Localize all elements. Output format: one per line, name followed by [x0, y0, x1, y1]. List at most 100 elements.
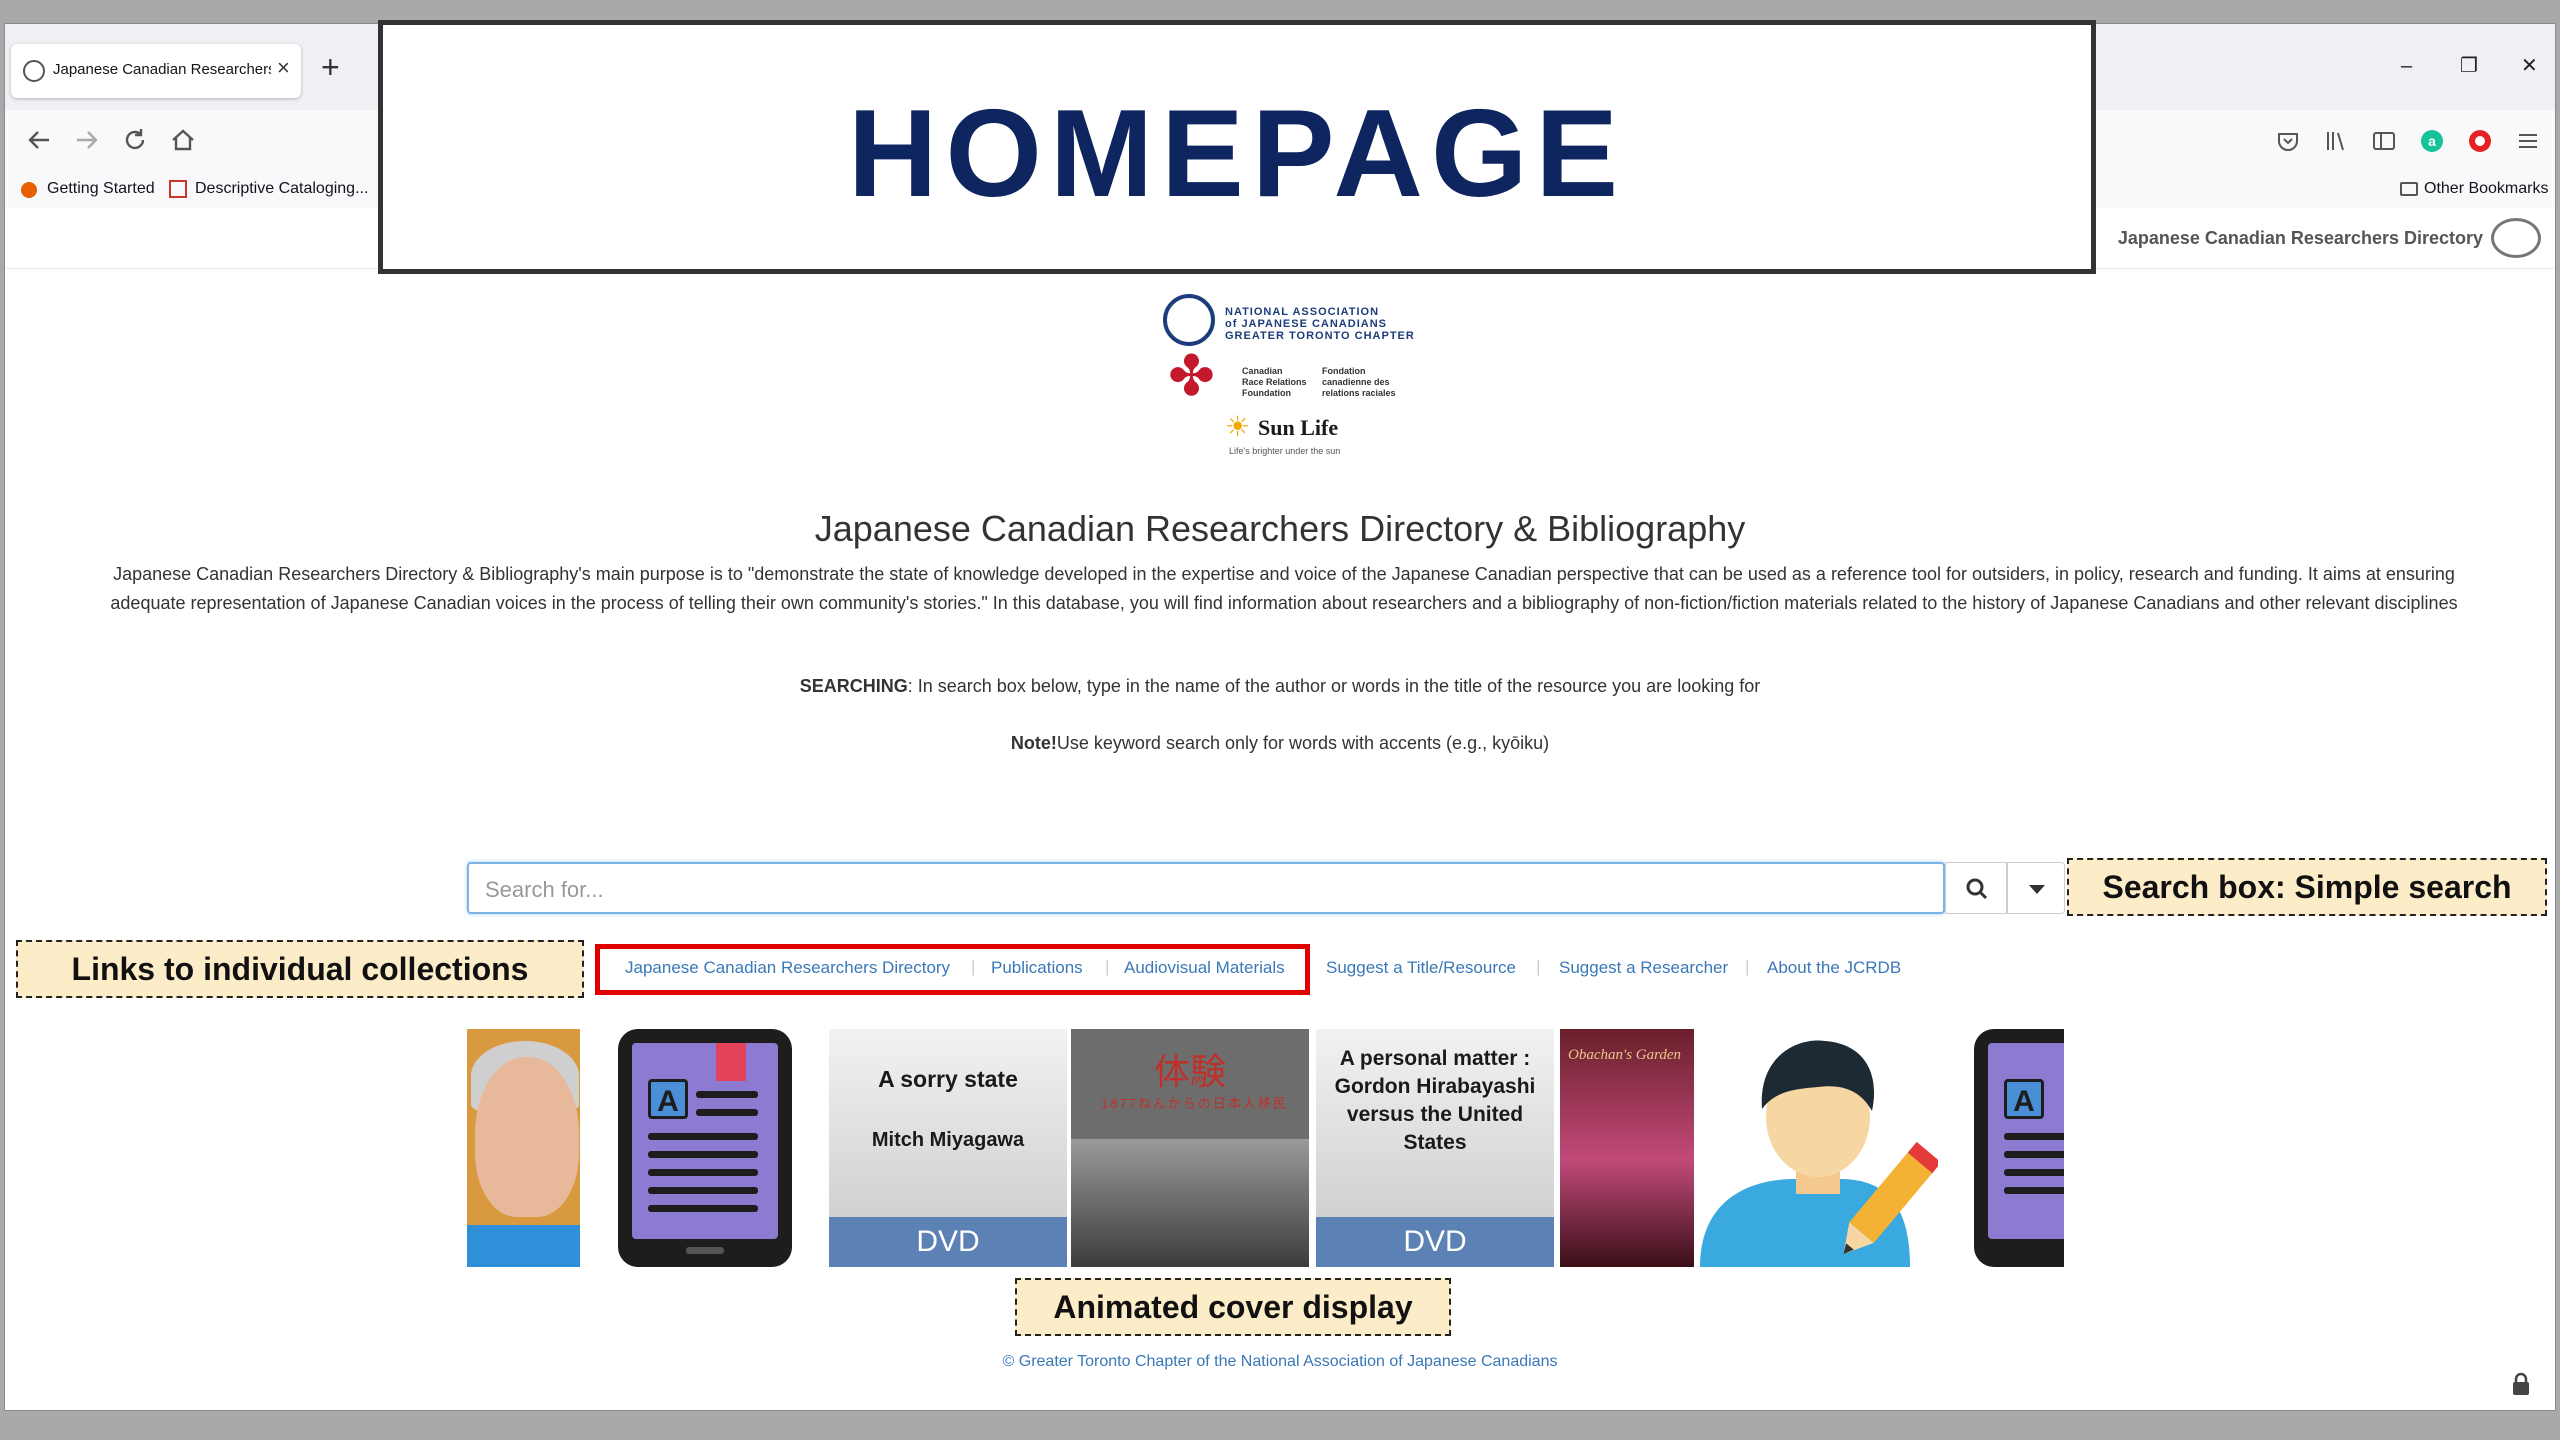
annotation-covers: Animated cover display: [1015, 1278, 1451, 1336]
homepage-label: HOMEPAGE: [847, 85, 1627, 223]
crrf-text-fr: Fondation: [1322, 366, 1366, 376]
link-suggest-title[interactable]: Suggest a Title/Resource: [1326, 958, 1516, 978]
sunlife-tagline: Life's brighter under the sun: [1229, 446, 1341, 456]
crrf-text-en: Race Relations: [1242, 377, 1307, 387]
annotation-links: Links to individual collections: [16, 940, 584, 998]
bookmark-other-bookmarks[interactable]: Other Bookmarks: [2424, 180, 2548, 198]
link-researchers-directory[interactable]: Japanese Canadian Researchers Directory: [625, 958, 950, 978]
ereader-line: [696, 1091, 758, 1098]
link-publications[interactable]: Publications: [991, 958, 1083, 978]
footer-copyright[interactable]: © Greater Toronto Chapter of the Nationa…: [0, 1353, 2560, 1371]
restore-icon[interactable]: ❐: [2460, 54, 2478, 78]
pocket-icon[interactable]: [2275, 128, 2301, 154]
search-options-button[interactable]: [2007, 862, 2065, 914]
folder-icon: [2400, 182, 2418, 196]
sun-icon: ☀: [1225, 411, 1251, 442]
naja-logo: NATIONAL ASSOCIATION of JAPANESE CANADIA…: [1163, 272, 1414, 346]
ereader-line: [648, 1169, 758, 1176]
lock-icon: [2513, 1372, 2529, 1395]
dvd-title: Obachan's Garden: [1568, 1047, 1682, 1063]
firefox-icon: [21, 182, 37, 198]
back-icon[interactable]: [25, 126, 53, 154]
bookmark-getting-started[interactable]: Getting Started: [47, 180, 155, 198]
bookmark-favicon-icon: [169, 180, 187, 198]
searching-text: : In search box below, type in the name …: [907, 676, 1761, 696]
link-separator: |: [1536, 957, 1541, 976]
library-icon[interactable]: [2323, 128, 2349, 154]
book-title-kanji: 体験: [1153, 1051, 1226, 1092]
searching-label: SEARCHING: [799, 676, 908, 696]
sunlife-logo: ☀ Sun Life Life's brighter under the sun: [1225, 412, 1375, 460]
link-about[interactable]: About the JCRDB: [1767, 958, 1901, 978]
maple-leaf-icon: ✤: [1168, 344, 1215, 407]
search-note: Note!Use keyword search only for words w…: [0, 733, 2560, 754]
cover-taiken-book[interactable]: 体験 1877ねんからの日本人移民: [1071, 1029, 1309, 1267]
intro-text: Japanese Canadian Researchers Directory …: [110, 564, 2458, 613]
naja-logo-line: of JAPANESE CANADIANS: [1225, 318, 1387, 330]
homepage-banner: HOMEPAGE: [378, 20, 2096, 274]
search-button[interactable]: [1945, 862, 2007, 914]
sidebar-icon[interactable]: [2371, 128, 2397, 154]
link-separator: |: [1745, 957, 1750, 976]
dvd-author: Mitch Miyagawa: [871, 1129, 1025, 1151]
menu-icon[interactable]: [2515, 128, 2541, 154]
crrf-text-en: Foundation: [1242, 388, 1291, 398]
cover-researcher-photo[interactable]: [467, 1029, 580, 1267]
site-logo-icon[interactable]: [2491, 218, 2541, 258]
new-tab-icon[interactable]: +: [321, 50, 340, 84]
ereader-a-icon: A: [648, 1079, 688, 1119]
ebook-reader-icon[interactable]: A: [618, 1029, 792, 1267]
tab-close-icon[interactable]: ×: [277, 55, 290, 81]
grammarly-icon[interactable]: a: [2419, 128, 2445, 154]
ereader-line: [648, 1205, 758, 1212]
tab-title: Japanese Canadian Researchers: [53, 61, 271, 78]
link-suggest-researcher[interactable]: Suggest a Researcher: [1559, 958, 1728, 978]
photo-shirt: [467, 1225, 580, 1267]
ereader-home-button: [686, 1247, 724, 1254]
cover-dvd-sorry-state[interactable]: A sorry state Mitch Miyagawa DVD: [829, 1029, 1067, 1267]
svg-text:a: a: [2428, 133, 2436, 149]
crrf-text-fr: canadienne des: [1322, 377, 1390, 387]
researcher-avatar-icon[interactable]: [1700, 1029, 1942, 1267]
book-photo: [1071, 1139, 1309, 1267]
bookmark-descriptive-cataloging[interactable]: Descriptive Cataloging...: [195, 180, 368, 198]
search-icon: [1966, 878, 1988, 900]
close-window-icon[interactable]: ✕: [2521, 54, 2538, 78]
caret-down-icon: [2029, 885, 2045, 894]
link-separator: |: [971, 957, 976, 976]
crrf-text-en: Canadian: [1242, 366, 1283, 376]
dvd-format-label: DVD: [1316, 1217, 1554, 1267]
ereader-line: [696, 1109, 758, 1116]
searching-instructions: SEARCHING: In search box below, type in …: [0, 676, 2560, 697]
reload-icon[interactable]: [121, 126, 149, 154]
dvd-format-label: DVD: [829, 1217, 1067, 1267]
cover-dvd-personal-matter[interactable]: A personal matter : Gordon Hirabayashi v…: [1316, 1029, 1554, 1267]
page-title: Japanese Canadian Researchers Directory …: [814, 508, 1746, 549]
note-text: Use keyword search only for words with a…: [1056, 733, 1550, 753]
home-icon[interactable]: [169, 126, 197, 154]
ereader-line: [648, 1187, 758, 1194]
carousel-edge-mask: [2064, 1025, 2174, 1271]
photo-face: [475, 1057, 579, 1217]
ereader-a-icon: A: [2004, 1079, 2044, 1119]
dvd-title: A sorry state: [878, 1066, 1018, 1092]
note-label: Note!: [1010, 733, 1057, 753]
site-brand[interactable]: Japanese Canadian Researchers Directory: [2118, 228, 2483, 249]
minimize-icon[interactable]: –: [2401, 54, 2412, 78]
search-box: [467, 862, 1945, 914]
browser-tab[interactable]: Japanese Canadian Researchers ×: [11, 44, 301, 98]
naja-logo-line: NATIONAL ASSOCIATION: [1225, 306, 1380, 318]
link-audiovisual-materials[interactable]: Audiovisual Materials: [1124, 958, 1285, 978]
book-subtitle: 1877ねんからの日本人移民: [1101, 1096, 1288, 1111]
ereader-line: [648, 1151, 758, 1158]
adblock-icon[interactable]: [2467, 128, 2493, 154]
cover-obachans-garden[interactable]: Obachan's Garden: [1560, 1029, 1694, 1267]
naja-logo-line: GREATER TORONTO CHAPTER: [1225, 330, 1415, 342]
crrf-text-fr: relations raciales: [1322, 388, 1396, 398]
forward-icon[interactable]: [73, 126, 101, 154]
ereader-bookmark: [716, 1043, 746, 1081]
search-input[interactable]: [483, 874, 1927, 906]
person-pencil-icon: [1700, 1040, 1942, 1267]
ereader-line: [648, 1133, 758, 1140]
annotation-search: Search box: Simple search: [2067, 858, 2547, 916]
